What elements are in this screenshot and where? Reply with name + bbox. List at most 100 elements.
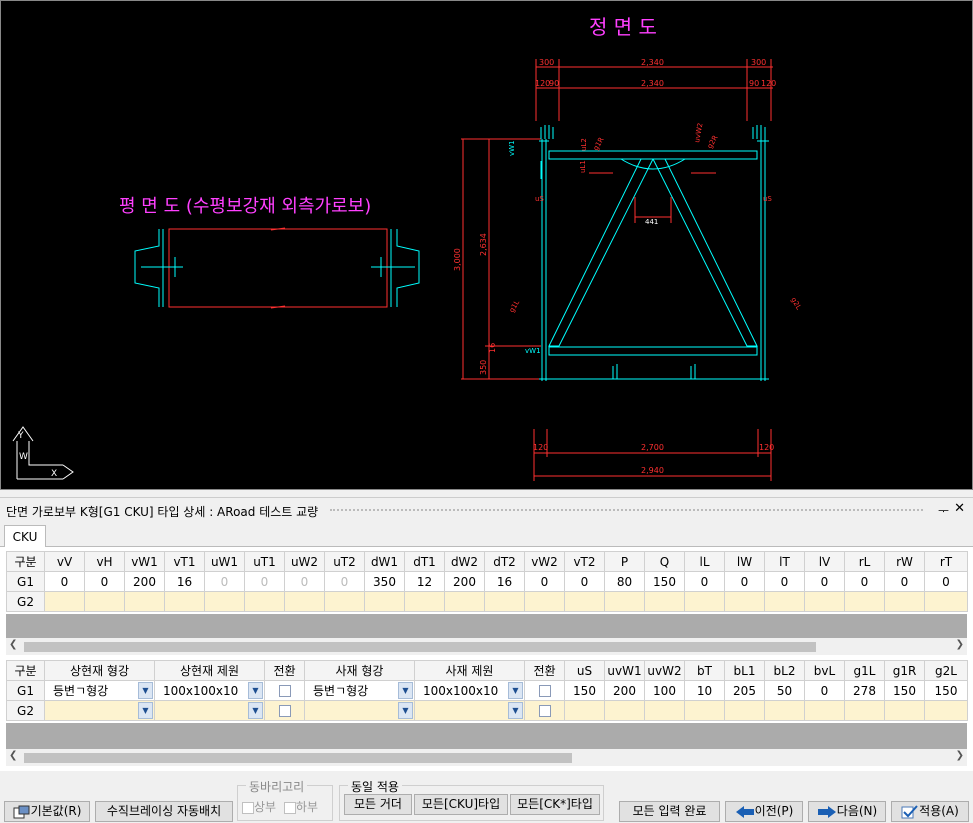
t1-cell[interactable]: 0 (724, 571, 765, 592)
scroll-left-icon[interactable]: ❮ (9, 750, 17, 761)
t2-cell[interactable]: 150 (564, 680, 605, 701)
upper-chord-type-select[interactable]: 등변ㄱ형강 ▼ (44, 680, 155, 701)
dropdown-arrow-icon[interactable]: ▼ (508, 682, 523, 699)
t1-cell[interactable]: 80 (604, 571, 645, 592)
all-ck-type-button[interactable]: 모든[CK*]타입 (510, 794, 600, 815)
t1-cell[interactable] (44, 591, 85, 612)
diagonal-flip-checkbox[interactable] (524, 680, 565, 701)
t2-cell[interactable] (884, 700, 925, 721)
diagonal-spec-select[interactable]: ▼ (414, 700, 525, 721)
tab-cku[interactable]: CKU (4, 525, 46, 548)
dropdown-arrow-icon[interactable]: ▼ (248, 682, 263, 699)
t1-cell[interactable] (284, 591, 325, 612)
t1-cell[interactable]: 0 (884, 571, 925, 592)
next-button[interactable]: 다음(N) (808, 801, 886, 822)
t1-cell[interactable] (924, 591, 968, 612)
params-table-1[interactable]: 구분 vV vH vW1 vT1 uW1 uT1 uW2 uT2 dW1 dT1 dW2 dT2 vW2 v… (6, 551, 968, 612)
upper-chord-spec-select[interactable]: 100x100x10 ▼ (154, 680, 265, 701)
t1-cell[interactable]: 0 (844, 571, 885, 592)
t2-cell[interactable] (564, 700, 605, 721)
t2-cell[interactable]: 150 (924, 680, 968, 701)
diagonal-type-select[interactable]: 등변ㄱ형강 ▼ (304, 680, 415, 701)
t1-cell[interactable]: 0 (804, 571, 845, 592)
t1-cell[interactable] (884, 591, 925, 612)
t1-cell[interactable]: 150 (644, 571, 685, 592)
t1-cell[interactable] (204, 591, 245, 612)
dropdown-arrow-icon[interactable]: ▼ (508, 702, 523, 719)
t1-cell[interactable] (524, 591, 565, 612)
t1-cell[interactable]: 200 (124, 571, 165, 592)
diagonal-type-select[interactable]: ▼ (304, 700, 415, 721)
upper-checkbox[interactable] (242, 801, 254, 814)
dropdown-arrow-icon[interactable]: ▼ (248, 702, 263, 719)
prev-button[interactable]: 이전(P) (725, 801, 803, 822)
pin-icon[interactable]: ᅮ (938, 502, 949, 519)
t2-cell[interactable]: 10 (684, 680, 725, 701)
t1-cell[interactable]: 12 (404, 571, 445, 592)
t1-cell[interactable] (124, 591, 165, 612)
upper-chord-flip-checkbox[interactable] (264, 680, 305, 701)
auto-vertical-bracing-button[interactable]: 수직브레이싱 자동배치 (95, 801, 233, 822)
table2-hscrollbar[interactable]: ❮ ❯ (6, 749, 967, 766)
lower-checkbox[interactable] (283, 801, 296, 814)
t1-cell[interactable] (364, 591, 405, 612)
t2-cell[interactable] (644, 700, 685, 721)
t2-cell[interactable]: 150 (884, 680, 925, 701)
t1-cell[interactable] (164, 591, 205, 612)
all-cku-type-button[interactable]: 모든[CKU]타입 (414, 794, 508, 815)
upper-chord-type-select[interactable]: ▼ (44, 700, 155, 721)
t1-cell[interactable]: 0 (684, 571, 725, 592)
scroll-right-icon[interactable]: ❯ (956, 639, 964, 650)
t1-cell[interactable]: 0 (924, 571, 968, 592)
t2-cell[interactable]: 0 (804, 680, 845, 701)
upper-chord-spec-select[interactable]: ▼ (154, 700, 265, 721)
dropdown-arrow-icon[interactable]: ▼ (398, 702, 413, 719)
scroll-right-icon[interactable]: ❯ (956, 750, 964, 761)
t1-cell[interactable] (84, 591, 125, 612)
complete-all-input-button[interactable]: 모든 입력 완료 (619, 801, 720, 822)
dropdown-arrow-icon[interactable]: ▼ (398, 682, 413, 699)
upper-chord-flip-checkbox[interactable] (264, 700, 305, 721)
scroll-left-icon[interactable]: ❮ (9, 639, 17, 650)
t2-cell[interactable]: 278 (844, 680, 885, 701)
all-girders-button[interactable]: 모든 거더 (344, 794, 412, 815)
t1-cell[interactable] (764, 591, 805, 612)
default-values-button[interactable]: 기본값(R) (4, 801, 90, 822)
t2-cell[interactable]: 205 (724, 680, 765, 701)
dropdown-arrow-icon[interactable]: ▼ (138, 682, 153, 699)
diagonal-flip-checkbox[interactable] (524, 700, 565, 721)
t1-cell[interactable] (564, 591, 605, 612)
t1-cell[interactable]: 350 (364, 571, 405, 592)
t2-cell[interactable] (724, 700, 765, 721)
cad-drawing-view[interactable]: 정 면 도 평 면 도 (수평보강재 외측가로보) 300 2,340 300 … (0, 0, 973, 490)
t1-cell[interactable] (684, 591, 725, 612)
t1-cell[interactable] (804, 591, 845, 612)
t1-cell[interactable]: 0 (564, 571, 605, 592)
scroll-thumb[interactable] (24, 642, 816, 652)
t1-cell[interactable]: 16 (484, 571, 525, 592)
t1-cell[interactable]: 200 (444, 571, 485, 592)
t1-cell[interactable]: 0 (84, 571, 125, 592)
t1-cell[interactable] (244, 591, 285, 612)
t1-cell[interactable] (844, 591, 885, 612)
t1-cell[interactable] (404, 591, 445, 612)
params-table-2[interactable]: 구분 상현재 형강 상현재 제원 전환 사재 형강 사재 제원 전환 uS uvW1 uvW2 bT… (6, 660, 968, 721)
t1-cell[interactable]: 0 (524, 571, 565, 592)
t2-cell[interactable]: 200 (604, 680, 645, 701)
t2-cell[interactable] (804, 700, 845, 721)
t1-cell[interactable] (644, 591, 685, 612)
t1-cell[interactable]: 0 (764, 571, 805, 592)
t1-cell[interactable] (444, 591, 485, 612)
t1-cell[interactable]: 0 (44, 571, 85, 592)
t1-cell[interactable] (484, 591, 525, 612)
t1-cell[interactable]: 16 (164, 571, 205, 592)
t2-cell[interactable]: 100 (644, 680, 685, 701)
scroll-thumb[interactable] (24, 753, 572, 763)
table1-hscrollbar[interactable]: ❮ ❯ (6, 638, 967, 655)
t2-cell[interactable] (684, 700, 725, 721)
diagonal-spec-select[interactable]: 100x100x10 ▼ (414, 680, 525, 701)
t2-cell[interactable] (924, 700, 968, 721)
t2-cell[interactable] (604, 700, 645, 721)
t2-cell[interactable] (764, 700, 805, 721)
dropdown-arrow-icon[interactable]: ▼ (138, 702, 153, 719)
